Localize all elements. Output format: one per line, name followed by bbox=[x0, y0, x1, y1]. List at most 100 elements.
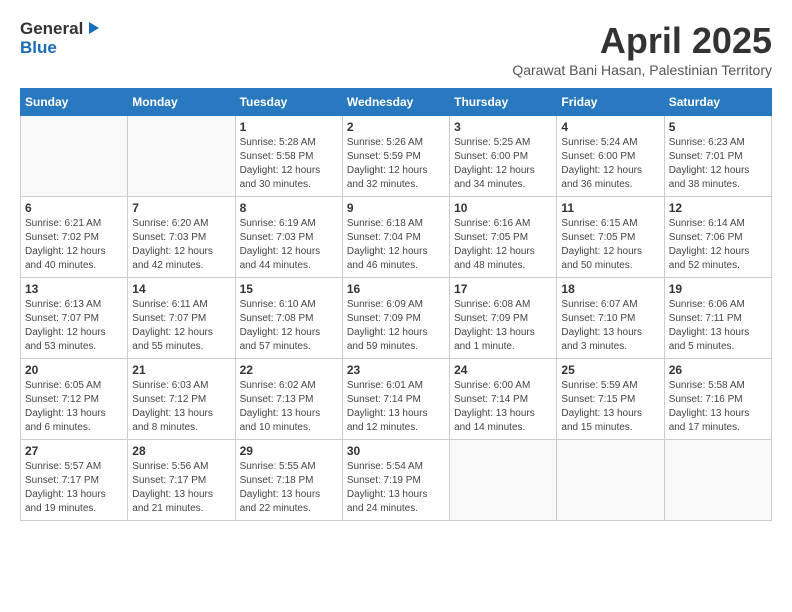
day-detail: Sunrise: 6:21 AM Sunset: 7:02 PM Dayligh… bbox=[25, 217, 123, 273]
logo-triangle-icon bbox=[85, 20, 101, 36]
day-detail: Sunrise: 5:28 AM Sunset: 5:58 PM Dayligh… bbox=[240, 136, 338, 192]
day-detail: Sunrise: 6:16 AM Sunset: 7:05 PM Dayligh… bbox=[454, 217, 552, 273]
day-detail: Sunrise: 6:07 AM Sunset: 7:10 PM Dayligh… bbox=[561, 298, 659, 354]
logo: General Blue bbox=[20, 20, 101, 57]
weekday-header-row: SundayMondayTuesdayWednesdayThursdayFrid… bbox=[21, 89, 772, 116]
calendar-cell: 30 Sunrise: 5:54 AM Sunset: 7:19 PM Dayli… bbox=[342, 440, 449, 521]
day-detail: Sunrise: 6:06 AM Sunset: 7:11 PM Dayligh… bbox=[669, 298, 767, 354]
calendar-cell bbox=[128, 116, 235, 197]
day-detail: Sunrise: 6:20 AM Sunset: 7:03 PM Dayligh… bbox=[132, 217, 230, 273]
day-number: 15 bbox=[240, 282, 338, 296]
calendar-cell: 6 Sunrise: 6:21 AM Sunset: 7:02 PM Daylig… bbox=[21, 197, 128, 278]
logo-container: General Blue bbox=[20, 20, 101, 57]
calendar-cell: 22Sunrise: 6:02 AM Sunset: 7:13 PM Dayli… bbox=[235, 359, 342, 440]
calendar-cell: 5 Sunrise: 6:23 AM Sunset: 7:01 PM Daylig… bbox=[664, 116, 771, 197]
day-detail: Sunrise: 6:13 AM Sunset: 7:07 PM Dayligh… bbox=[25, 298, 123, 354]
day-detail: Sunrise: 5:26 AM Sunset: 5:59 PM Dayligh… bbox=[347, 136, 445, 192]
calendar-cell: 12Sunrise: 6:14 AM Sunset: 7:06 PM Dayli… bbox=[664, 197, 771, 278]
calendar-cell bbox=[557, 440, 664, 521]
calendar-week-5: 27 Sunrise: 5:57 AM Sunset: 7:17 PM Dayli… bbox=[21, 440, 772, 521]
calendar-cell: 23 Sunrise: 6:01 AM Sunset: 7:14 PM Dayli… bbox=[342, 359, 449, 440]
day-detail: Sunrise: 6:15 AM Sunset: 7:05 PM Dayligh… bbox=[561, 217, 659, 273]
day-number: 13 bbox=[25, 282, 123, 296]
calendar-cell bbox=[664, 440, 771, 521]
day-number: 27 bbox=[25, 444, 123, 458]
day-number: 25 bbox=[561, 363, 659, 377]
calendar-cell: 27 Sunrise: 5:57 AM Sunset: 7:17 PM Dayli… bbox=[21, 440, 128, 521]
calendar-cell: 29 Sunrise: 5:55 AM Sunset: 7:18 PM Dayli… bbox=[235, 440, 342, 521]
day-detail: Sunrise: 5:24 AM Sunset: 6:00 PM Dayligh… bbox=[561, 136, 659, 192]
calendar-cell: 2Sunrise: 5:26 AM Sunset: 5:59 PM Daylig… bbox=[342, 116, 449, 197]
day-detail: Sunrise: 6:01 AM Sunset: 7:14 PM Dayligh… bbox=[347, 379, 445, 435]
weekday-header-sunday: Sunday bbox=[21, 89, 128, 116]
day-detail: Sunrise: 6:18 AM Sunset: 7:04 PM Dayligh… bbox=[347, 217, 445, 273]
calendar-week-3: 13 Sunrise: 6:13 AM Sunset: 7:07 PM Dayli… bbox=[21, 278, 772, 359]
calendar-cell bbox=[21, 116, 128, 197]
calendar-cell: 26 Sunrise: 5:58 AM Sunset: 7:16 PM Dayli… bbox=[664, 359, 771, 440]
calendar-cell: 7Sunrise: 6:20 AM Sunset: 7:03 PM Daylig… bbox=[128, 197, 235, 278]
calendar-header: SundayMondayTuesdayWednesdayThursdayFrid… bbox=[21, 89, 772, 116]
title-section: April 2025 Qarawat Bani Hasan, Palestini… bbox=[512, 20, 772, 78]
day-detail: Sunrise: 6:08 AM Sunset: 7:09 PM Dayligh… bbox=[454, 298, 552, 354]
calendar-cell: 3 Sunrise: 5:25 AM Sunset: 6:00 PM Daylig… bbox=[450, 116, 557, 197]
day-detail: Sunrise: 5:54 AM Sunset: 7:19 PM Dayligh… bbox=[347, 460, 445, 516]
calendar-cell: 1Sunrise: 5:28 AM Sunset: 5:58 PM Daylig… bbox=[235, 116, 342, 197]
day-number: 28 bbox=[132, 444, 230, 458]
day-number: 23 bbox=[347, 363, 445, 377]
day-detail: Sunrise: 6:23 AM Sunset: 7:01 PM Dayligh… bbox=[669, 136, 767, 192]
day-detail: Sunrise: 5:58 AM Sunset: 7:16 PM Dayligh… bbox=[669, 379, 767, 435]
day-number: 10 bbox=[454, 201, 552, 215]
calendar-cell: 20Sunrise: 6:05 AM Sunset: 7:12 PM Dayli… bbox=[21, 359, 128, 440]
weekday-header-monday: Monday bbox=[128, 89, 235, 116]
calendar-body: 1Sunrise: 5:28 AM Sunset: 5:58 PM Daylig… bbox=[21, 116, 772, 521]
page-header: General Blue April 2025 Qarawat Bani Has… bbox=[20, 20, 772, 78]
calendar-cell: 18Sunrise: 6:07 AM Sunset: 7:10 PM Dayli… bbox=[557, 278, 664, 359]
calendar-cell: 28 Sunrise: 5:56 AM Sunset: 7:17 PM Dayli… bbox=[128, 440, 235, 521]
day-detail: Sunrise: 5:59 AM Sunset: 7:15 PM Dayligh… bbox=[561, 379, 659, 435]
calendar-cell bbox=[450, 440, 557, 521]
calendar-cell: 11Sunrise: 6:15 AM Sunset: 7:05 PM Dayli… bbox=[557, 197, 664, 278]
day-number: 29 bbox=[240, 444, 338, 458]
weekday-header-friday: Friday bbox=[557, 89, 664, 116]
calendar-cell: 14Sunrise: 6:11 AM Sunset: 7:07 PM Dayli… bbox=[128, 278, 235, 359]
weekday-header-wednesday: Wednesday bbox=[342, 89, 449, 116]
calendar-cell: 8Sunrise: 6:19 AM Sunset: 7:03 PM Daylig… bbox=[235, 197, 342, 278]
logo-blue: Blue bbox=[20, 38, 57, 57]
day-detail: Sunrise: 6:00 AM Sunset: 7:14 PM Dayligh… bbox=[454, 379, 552, 435]
day-detail: Sunrise: 5:56 AM Sunset: 7:17 PM Dayligh… bbox=[132, 460, 230, 516]
day-number: 20 bbox=[25, 363, 123, 377]
day-number: 19 bbox=[669, 282, 767, 296]
calendar-cell: 17 Sunrise: 6:08 AM Sunset: 7:09 PM Dayli… bbox=[450, 278, 557, 359]
day-number: 3 bbox=[454, 120, 552, 134]
calendar-cell: 16 Sunrise: 6:09 AM Sunset: 7:09 PM Dayli… bbox=[342, 278, 449, 359]
day-number: 30 bbox=[347, 444, 445, 458]
weekday-header-saturday: Saturday bbox=[664, 89, 771, 116]
day-detail: Sunrise: 5:55 AM Sunset: 7:18 PM Dayligh… bbox=[240, 460, 338, 516]
calendar-cell: 10 Sunrise: 6:16 AM Sunset: 7:05 PM Dayli… bbox=[450, 197, 557, 278]
day-number: 16 bbox=[347, 282, 445, 296]
day-number: 9 bbox=[347, 201, 445, 215]
day-detail: Sunrise: 6:11 AM Sunset: 7:07 PM Dayligh… bbox=[132, 298, 230, 354]
calendar-cell: 13 Sunrise: 6:13 AM Sunset: 7:07 PM Dayli… bbox=[21, 278, 128, 359]
weekday-header-tuesday: Tuesday bbox=[235, 89, 342, 116]
weekday-header-thursday: Thursday bbox=[450, 89, 557, 116]
day-number: 5 bbox=[669, 120, 767, 134]
calendar-week-4: 20Sunrise: 6:05 AM Sunset: 7:12 PM Dayli… bbox=[21, 359, 772, 440]
calendar-cell: 21 Sunrise: 6:03 AM Sunset: 7:12 PM Dayli… bbox=[128, 359, 235, 440]
day-number: 21 bbox=[132, 363, 230, 377]
day-detail: Sunrise: 6:02 AM Sunset: 7:13 PM Dayligh… bbox=[240, 379, 338, 435]
day-number: 4 bbox=[561, 120, 659, 134]
day-detail: Sunrise: 6:03 AM Sunset: 7:12 PM Dayligh… bbox=[132, 379, 230, 435]
day-number: 24 bbox=[454, 363, 552, 377]
day-detail: Sunrise: 5:57 AM Sunset: 7:17 PM Dayligh… bbox=[25, 460, 123, 516]
calendar-cell: 4 Sunrise: 5:24 AM Sunset: 6:00 PM Daylig… bbox=[557, 116, 664, 197]
day-number: 6 bbox=[25, 201, 123, 215]
day-detail: Sunrise: 5:25 AM Sunset: 6:00 PM Dayligh… bbox=[454, 136, 552, 192]
location: Qarawat Bani Hasan, Palestinian Territor… bbox=[512, 62, 772, 78]
day-number: 26 bbox=[669, 363, 767, 377]
logo-general: General bbox=[20, 20, 83, 39]
calendar-cell: 24 Sunrise: 6:00 AM Sunset: 7:14 PM Dayli… bbox=[450, 359, 557, 440]
month-year: April 2025 bbox=[512, 20, 772, 62]
day-detail: Sunrise: 6:09 AM Sunset: 7:09 PM Dayligh… bbox=[347, 298, 445, 354]
day-number: 17 bbox=[454, 282, 552, 296]
